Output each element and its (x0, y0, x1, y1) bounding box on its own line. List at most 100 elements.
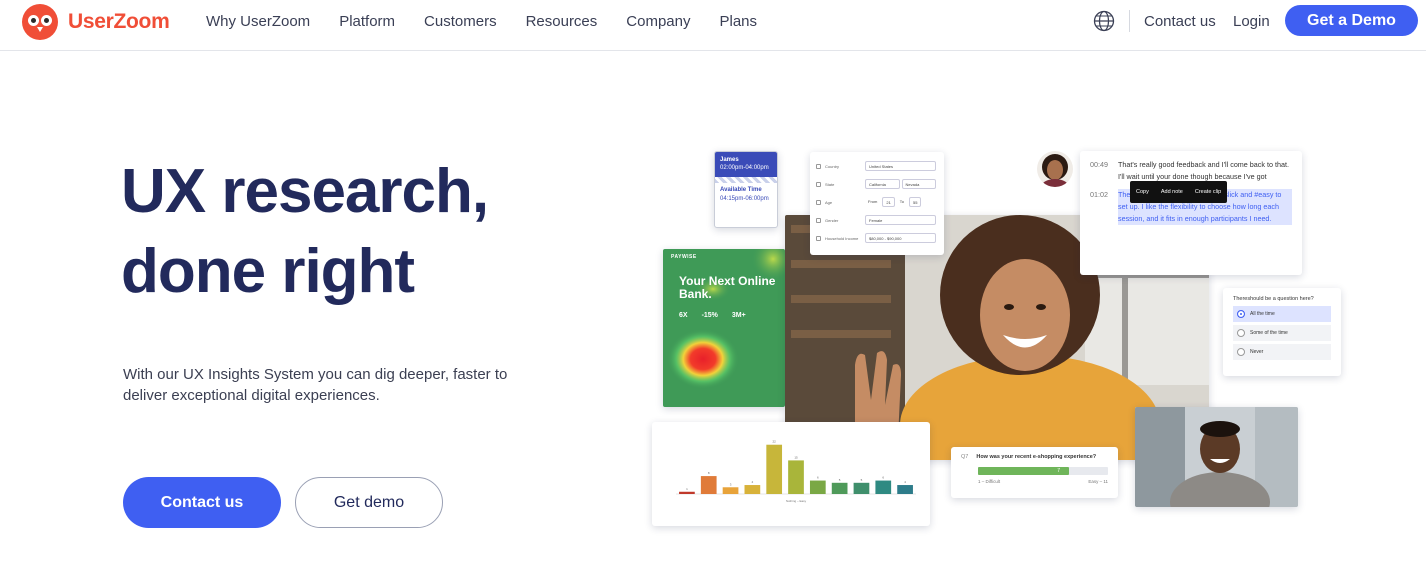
answer-label: Some of the time (1250, 330, 1288, 336)
country-select[interactable]: United States (865, 161, 936, 171)
nav-item-plans[interactable]: Plans (719, 13, 757, 30)
transcript-toolbar: Copy Add note Create clip (1130, 181, 1228, 203)
bar-chart-svg: 1 8 3 4 22 15 6 5 5 6 4 Nothing – Easy (676, 440, 916, 503)
bar-value-label: 5 (839, 478, 841, 482)
age-from-label: From (868, 199, 878, 204)
state-select[interactable]: California (865, 179, 900, 189)
rating-question-card: Q7 How was your recent e-shopping experi… (951, 447, 1118, 498)
get-demo-button[interactable]: Get demo (295, 477, 443, 528)
answer-option[interactable]: All the time (1233, 306, 1331, 322)
get-a-demo-button[interactable]: Get a Demo (1285, 5, 1418, 36)
schedule-name: James (720, 157, 739, 163)
top-navigation: UserZoom Why UserZoom Platform Customers… (0, 0, 1426, 51)
bar-value-label: 4 (752, 480, 754, 484)
bank-stats: 6X -15% 3M+ (679, 312, 746, 319)
nav-item-customers[interactable]: Customers (424, 13, 497, 30)
income-select[interactable]: $80,000 - $90,000 (865, 233, 936, 243)
chart-bar[interactable] (744, 485, 761, 494)
nav-item-company[interactable]: Company (626, 13, 690, 30)
bar-value-label: 8 (708, 471, 710, 475)
radio-selected-icon (1237, 310, 1245, 318)
userzoom-logo[interactable]: UserZoom (22, 4, 170, 40)
bank-stat: -15% (701, 312, 718, 319)
answer-option[interactable]: Never (1233, 344, 1331, 360)
schedule-slot[interactable]: James 02:00pm-04:00pm (715, 152, 777, 177)
bar-value-label: 15 (794, 455, 798, 459)
schedule-card: James 02:00pm-04:00pm Available Time 04:… (714, 151, 778, 228)
available-time-label: Available Time (720, 187, 762, 193)
form-label: State (825, 181, 835, 187)
location-icon (816, 181, 821, 187)
bank-heatmap-card: PAYWISE Your Next Online Bank. 6X -15% 3… (663, 249, 785, 407)
form-row-age: Age From 21 To 55 (816, 193, 938, 211)
bar-value-label: 4 (904, 480, 906, 484)
nav-login-link[interactable]: Login (1233, 13, 1270, 30)
answer-label: All the time (1250, 311, 1275, 317)
calendar-icon (816, 199, 821, 205)
bank-headline: Your Next Online Bank. (679, 274, 776, 301)
bar-value-label: 6 (817, 476, 819, 480)
question-number: Q7 (961, 454, 969, 460)
form-label: Household Income (825, 235, 859, 241)
owl-logo-icon (22, 4, 58, 40)
age-to-input[interactable]: 55 (909, 197, 922, 207)
answer-option[interactable]: Some of the time (1233, 325, 1331, 341)
transcript-text: That's really good feedback and I'll com… (1118, 160, 1289, 181)
rating-bar: 7 (978, 467, 1108, 475)
nav-item-resources[interactable]: Resources (526, 13, 598, 30)
nav-item-platform[interactable]: Platform (339, 13, 395, 30)
nav-item-why-userzoom[interactable]: Why UserZoom (206, 13, 310, 30)
form-row-gender: Gender Female (816, 211, 938, 229)
chart-bar[interactable] (831, 482, 848, 494)
bank-brand: PAYWISE (671, 254, 697, 260)
available-time-value[interactable]: 04:15pm-06:00pm (720, 195, 772, 204)
age-from-input[interactable]: 21 (882, 197, 895, 207)
globe-icon[interactable] (1093, 10, 1115, 32)
hero-subtitle: With our UX Insights System you can dig … (123, 366, 508, 404)
create-clip-button[interactable]: Create clip (1189, 181, 1227, 203)
age-to-label: To (899, 199, 905, 204)
chart-bar[interactable] (809, 480, 826, 494)
gender-select[interactable]: Female (865, 215, 936, 225)
bank-stat: 3M+ (731, 312, 746, 319)
form-row-income: Household Income $80,000 - $90,000 (816, 229, 938, 247)
brand-name: UserZoom (68, 10, 170, 33)
nav-contact-link[interactable]: Contact us (1144, 13, 1216, 30)
contact-us-button[interactable]: Contact us (123, 477, 281, 528)
flag-icon (816, 163, 821, 169)
heatmap-overlay (667, 249, 785, 389)
chart-bar[interactable] (853, 482, 870, 494)
form-label: Gender (825, 217, 839, 223)
chart-bar[interactable] (700, 476, 717, 494)
add-note-button[interactable]: Add note (1155, 181, 1189, 203)
chart-bar[interactable] (722, 487, 739, 494)
money-icon (816, 235, 821, 241)
rating-bar-fill (978, 467, 1069, 475)
bar-value-label: 1 (686, 487, 688, 491)
screener-form-card: Country United States State California N… (810, 152, 944, 255)
nav-divider (1129, 10, 1130, 32)
bank-stat: 6X (679, 312, 688, 319)
rating-high-label: Easy – 11 (1088, 479, 1108, 484)
avatar-image (1037, 151, 1073, 187)
participant-video-image-2 (1135, 407, 1298, 507)
survey-question-card: Thereshould be a question here? All the … (1223, 288, 1341, 376)
rating-low-label: 1 – Difficult (978, 479, 1001, 484)
state-select[interactable]: Nevada (901, 179, 936, 189)
chart-bar[interactable] (766, 444, 783, 494)
main-menu: Why UserZoom Platform Customers Resource… (206, 13, 786, 30)
form-row-state: State California Nevada (816, 175, 938, 193)
copy-button[interactable]: Copy (1130, 181, 1155, 203)
hero-title: UX research, done right (121, 152, 591, 312)
chart-bar[interactable] (788, 460, 804, 494)
bar-value-label: 6 (882, 476, 884, 480)
gender-icon (816, 217, 821, 223)
transcript-line[interactable]: 00:49 That's really good feedback and I'… (1090, 159, 1292, 183)
chart-bar[interactable] (875, 480, 892, 494)
hero-title-line-2: done right (121, 237, 415, 306)
rating-question: How was your recent e-shopping experienc… (976, 454, 1097, 460)
radio-icon (1237, 348, 1245, 356)
chart-bar[interactable] (897, 485, 913, 494)
hero-title-line-1: UX research, (121, 157, 489, 226)
chart-bar[interactable] (679, 491, 695, 494)
